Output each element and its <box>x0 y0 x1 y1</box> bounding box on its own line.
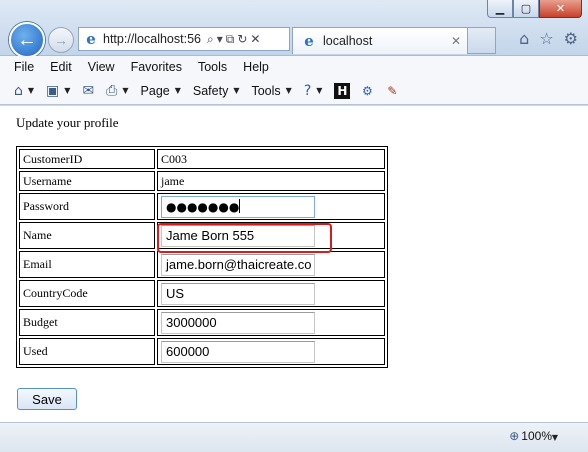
browser-right-icons: ⌂ ☆ ⚙ <box>519 29 578 48</box>
zoom-level: 100% <box>521 429 552 443</box>
home-icon: ⌂ <box>14 82 23 99</box>
label-customer-id: CustomerID <box>19 149 155 169</box>
row-budget: Budget 3000000 <box>19 309 385 336</box>
minimize-button[interactable]: ▁ <box>487 0 513 18</box>
new-tab-button[interactable] <box>468 27 496 54</box>
menu-help[interactable]: Help <box>243 60 269 74</box>
ie-page-icon: e <box>86 30 96 48</box>
menu-bar: File Edit View Favorites Tools Help <box>0 56 588 77</box>
rss-icon: ▣ <box>46 82 60 99</box>
label-used: Used <box>19 338 155 365</box>
favorites-star-icon[interactable]: ☆ <box>539 29 553 48</box>
menu-favorites[interactable]: Favorites <box>131 60 182 74</box>
h-toolbar-icon[interactable]: H <box>334 82 351 99</box>
address-bar[interactable]: e http://localhost:56 ⌕ ▾ ⧉ ↻ ✕ <box>78 27 290 51</box>
row-country-code: CountryCode US <box>19 280 385 307</box>
window-controls: ▁ ▢ ✕ <box>487 0 582 18</box>
email-field[interactable]: jame.born@thaicreate.co <box>161 253 315 276</box>
used-field[interactable]: 600000 <box>161 340 315 363</box>
arrow-left-icon: ← <box>17 28 37 51</box>
page-heading: Update your profile <box>16 115 119 130</box>
note-edit-icon[interactable]: ✎ <box>384 83 400 99</box>
profile-form-table: CustomerID C003 Username jame Password ●… <box>16 146 388 368</box>
menu-file[interactable]: File <box>14 60 34 74</box>
compatibility-icon[interactable]: ⧉ <box>226 32 235 47</box>
mail-command[interactable]: ✉ <box>82 83 94 99</box>
help-command[interactable]: ? ▼ <box>304 83 323 99</box>
addon-gear-icon[interactable]: ⚙ <box>359 83 375 99</box>
label-password: Password <box>19 193 155 220</box>
password-field[interactable]: ●●●●●●● <box>161 195 315 218</box>
tab-localhost[interactable]: e localhost ✕ <box>292 27 468 54</box>
label-budget: Budget <box>19 309 155 336</box>
budget-field[interactable]: 3000000 <box>161 311 315 334</box>
address-text[interactable]: http://localhost:56 <box>103 32 203 46</box>
menu-view[interactable]: View <box>88 60 115 74</box>
label-username: Username <box>19 171 155 191</box>
menu-edit[interactable]: Edit <box>50 60 72 74</box>
menu-tools[interactable]: Tools <box>198 60 227 74</box>
status-bar: ⊕ 100% ▼ <box>0 422 588 452</box>
command-bar: ⌂ ▼ ▣ ▼ ✉ ⎙ ▼ Page ▼ Safety ▼ Tools ▼ ? ▼ H ⚙ ✎ <box>0 77 588 105</box>
value-username: jame <box>157 171 385 191</box>
print-command[interactable]: ⎙ ▼ <box>106 83 128 99</box>
name-highlight-box <box>157 223 332 253</box>
help-icon: ? <box>303 82 312 99</box>
zoom-control[interactable]: ⊕ 100% <box>509 429 552 443</box>
safety-menu[interactable]: Safety ▼ <box>193 84 240 98</box>
page-menu[interactable]: Page ▼ <box>141 84 181 98</box>
page-content: Update your profile CustomerID C003 User… <box>0 106 588 422</box>
home-icon[interactable]: ⌂ <box>519 29 529 48</box>
row-password: Password ●●●●●●● <box>19 193 385 220</box>
row-customer-id: CustomerID C003 <box>19 149 385 169</box>
save-button[interactable]: Save <box>17 388 77 410</box>
tab-title: localhost <box>323 34 373 48</box>
print-icon: ⎙ <box>106 82 118 99</box>
tools-menu[interactable]: Tools ▼ <box>251 84 291 98</box>
refresh-icon[interactable]: ↻ <box>237 32 247 47</box>
maximize-button[interactable]: ▢ <box>513 0 539 18</box>
row-username: Username jame <box>19 171 385 191</box>
zoom-magnifier-icon: ⊕ <box>509 429 520 443</box>
row-email: Email jame.born@thaicreate.co <box>19 251 385 278</box>
label-name: Name <box>19 222 155 249</box>
back-button[interactable]: ← <box>9 22 45 58</box>
address-actions: ⌕ ▾ ⧉ ↻ ✕ <box>207 32 260 47</box>
forward-button[interactable]: → <box>48 27 74 53</box>
label-country-code: CountryCode <box>19 280 155 307</box>
dropdown-icon[interactable]: ▾ <box>217 32 223 47</box>
close-tab-icon[interactable]: ✕ <box>451 34 461 48</box>
value-customer-id: C003 <box>157 149 385 169</box>
row-used: Used 600000 <box>19 338 385 365</box>
arrow-right-icon: → <box>54 32 68 48</box>
home-command[interactable]: ⌂ ▼ <box>14 83 34 99</box>
label-email: Email <box>19 251 155 278</box>
zoom-dropdown-icon[interactable]: ▼ <box>552 433 558 442</box>
stop-icon[interactable]: ✕ <box>250 32 260 47</box>
ie-tab-icon: e <box>304 32 314 50</box>
search-icon[interactable]: ⌕ <box>207 32 214 47</box>
mail-icon: ✉ <box>82 82 95 99</box>
close-window-button[interactable]: ✕ <box>539 0 582 18</box>
country-code-field[interactable]: US <box>161 282 315 305</box>
feeds-command[interactable]: ▣ ▼ <box>46 83 70 99</box>
settings-gear-icon[interactable]: ⚙ <box>564 29 578 48</box>
